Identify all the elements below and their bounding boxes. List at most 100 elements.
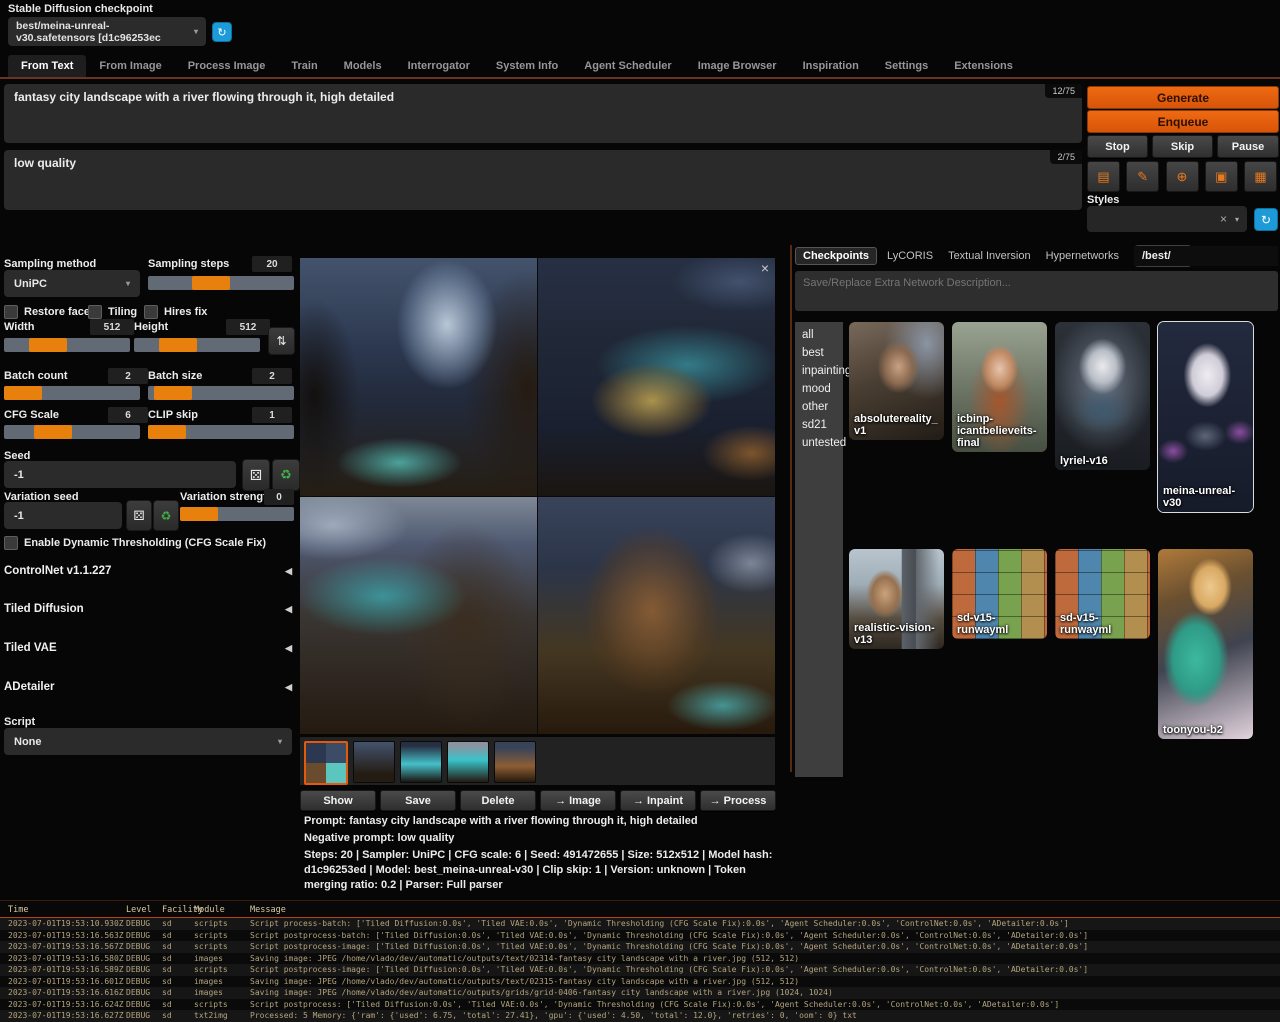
paste-params-icon[interactable]: ▤ bbox=[1087, 161, 1120, 192]
stop-button[interactable]: Stop bbox=[1087, 135, 1148, 158]
gallery-thumbnail[interactable] bbox=[494, 741, 536, 783]
main-tab[interactable]: From Image bbox=[86, 55, 174, 77]
skip-button[interactable]: Skip bbox=[1152, 135, 1213, 158]
seed-input[interactable]: -1 bbox=[4, 461, 236, 488]
gallery-thumbnail[interactable] bbox=[400, 741, 442, 783]
main-tab[interactable]: Image Browser bbox=[685, 55, 790, 77]
enqueue-button[interactable]: Enqueue bbox=[1087, 110, 1279, 133]
networks-tab[interactable]: LyCORIS bbox=[887, 250, 933, 262]
gallery-thumbnail[interactable] bbox=[304, 741, 348, 785]
gallery-action-button[interactable]: → Image bbox=[540, 790, 616, 811]
main-tab[interactable]: Agent Scheduler bbox=[571, 55, 684, 77]
networks-tab[interactable]: Checkpoints bbox=[795, 247, 877, 265]
model-card[interactable]: toonyou-b2 bbox=[1158, 549, 1253, 739]
main-tab[interactable]: System Info bbox=[483, 55, 571, 77]
clear-prompt-icon[interactable]: ✎ bbox=[1126, 161, 1159, 192]
main-tab[interactable]: Settings bbox=[872, 55, 941, 77]
gallery-action-button[interactable]: → Inpaint bbox=[620, 790, 696, 811]
networks-folder[interactable]: untested bbox=[795, 434, 843, 452]
batch-count-value[interactable]: 2 bbox=[108, 368, 148, 384]
main-tab[interactable]: Interrogator bbox=[395, 55, 483, 77]
main-tab[interactable]: Process Image bbox=[175, 55, 279, 77]
sampling-steps-slider[interactable] bbox=[148, 276, 294, 290]
model-card[interactable]: meina-unreal-v30 bbox=[1158, 322, 1253, 512]
height-slider[interactable] bbox=[134, 338, 260, 352]
close-icon[interactable]: × bbox=[761, 260, 769, 276]
main-tab[interactable]: Models bbox=[331, 55, 395, 77]
main-tab[interactable]: Train bbox=[278, 55, 330, 77]
result-gallery[interactable]: × bbox=[300, 258, 775, 734]
clip-skip-slider[interactable] bbox=[148, 425, 294, 439]
networks-search-input[interactable] bbox=[1134, 246, 1278, 266]
gallery-action-button[interactable]: Delete bbox=[460, 790, 536, 811]
model-card[interactable]: realistic-vision-v13 bbox=[849, 549, 944, 649]
cfg-scale-slider[interactable] bbox=[4, 425, 140, 439]
extra-networks-icon[interactable]: ⊕ bbox=[1166, 161, 1199, 192]
batch-size-value[interactable]: 2 bbox=[252, 368, 292, 384]
prompt-input[interactable]: fantasy city landscape with a river flow… bbox=[4, 84, 1082, 143]
generated-image-4[interactable] bbox=[538, 497, 775, 735]
generated-image-1[interactable] bbox=[300, 258, 537, 496]
networks-tab[interactable]: Hypernetworks bbox=[1046, 250, 1119, 262]
network-description-input[interactable] bbox=[795, 271, 1278, 311]
gallery-action-button[interactable]: Show bbox=[300, 790, 376, 811]
tiling-checkbox[interactable]: Tiling bbox=[88, 305, 137, 319]
networks-tab[interactable]: Textual Inversion bbox=[948, 250, 1031, 262]
main-tab[interactable]: From Text bbox=[8, 55, 86, 77]
reuse-seed-button[interactable]: ♻ bbox=[272, 459, 300, 491]
hires-fix-checkbox[interactable]: Hires fix bbox=[144, 305, 207, 319]
gallery-action-button[interactable]: → Process bbox=[700, 790, 776, 811]
negative-prompt-input[interactable]: low quality bbox=[4, 150, 1082, 210]
model-card[interactable]: sd-v15-runwayml bbox=[952, 549, 1047, 639]
save-style-icon[interactable]: ▦ bbox=[1244, 161, 1277, 192]
restore-faces-checkbox[interactable]: Restore faces bbox=[4, 305, 96, 319]
main-tab[interactable]: Inspiration bbox=[790, 55, 872, 77]
width-slider[interactable] bbox=[4, 338, 130, 352]
clear-icon[interactable]: × bbox=[1220, 212, 1227, 226]
model-card[interactable]: icbinp-icantbelieveits-final bbox=[952, 322, 1047, 452]
dynamic-thresholding-checkbox[interactable]: Enable Dynamic Thresholding (CFG Scale F… bbox=[4, 536, 266, 550]
generated-image-3[interactable] bbox=[300, 497, 537, 735]
batch-count-slider[interactable] bbox=[4, 386, 140, 400]
variation-strength-slider[interactable] bbox=[180, 507, 294, 521]
reuse-variation-seed-button[interactable]: ♻ bbox=[153, 500, 179, 531]
model-card[interactable]: absolutereality_v1 bbox=[849, 322, 944, 440]
model-card[interactable]: sd-v15-runwayml bbox=[1055, 549, 1150, 639]
gallery-thumbnail[interactable] bbox=[353, 741, 395, 783]
generate-button[interactable]: Generate bbox=[1087, 86, 1279, 109]
checkpoint-select[interactable]: best/meina-unreal-v30.safetensors [d1c96… bbox=[8, 17, 206, 46]
accordion-header[interactable]: ADetailer◀ bbox=[4, 681, 292, 693]
batch-size-slider[interactable] bbox=[148, 386, 294, 400]
apply-style-icon[interactable]: ▣ bbox=[1205, 161, 1238, 192]
styles-refresh-button[interactable]: ↻ bbox=[1254, 208, 1278, 231]
networks-folder[interactable]: all bbox=[795, 326, 843, 344]
accordion-header[interactable]: ControlNet v1.1.227◀ bbox=[4, 565, 292, 577]
networks-folder[interactable]: other bbox=[795, 398, 843, 416]
sampling-steps-value[interactable]: 20 bbox=[252, 256, 292, 272]
networks-folder[interactable]: best bbox=[795, 344, 843, 362]
accordion-header[interactable]: Tiled VAE◀ bbox=[4, 642, 292, 654]
sampling-method-select[interactable]: UniPC ▾ bbox=[4, 270, 140, 297]
networks-folder[interactable]: sd21 bbox=[795, 416, 843, 434]
height-value[interactable]: 512 bbox=[226, 319, 270, 335]
clip-skip-value[interactable]: 1 bbox=[252, 407, 292, 423]
networks-folder[interactable]: inpainting bbox=[795, 362, 843, 380]
main-tab[interactable]: Extensions bbox=[941, 55, 1026, 77]
accordion-header[interactable]: Tiled Diffusion◀ bbox=[4, 603, 292, 615]
random-seed-button[interactable]: ⚄ bbox=[242, 459, 270, 491]
variation-strength-value[interactable]: 0 bbox=[264, 489, 294, 505]
gallery-action-button[interactable]: Save bbox=[380, 790, 456, 811]
swap-dimensions-button[interactable]: ⇅ bbox=[268, 327, 295, 355]
variation-seed-input[interactable]: -1 bbox=[4, 502, 122, 529]
checkpoint-refresh-button[interactable]: ↻ bbox=[212, 22, 232, 42]
cfg-scale-value[interactable]: 6 bbox=[108, 407, 148, 423]
generated-image-2[interactable] bbox=[538, 258, 775, 496]
gallery-thumbnail[interactable] bbox=[447, 741, 489, 783]
pause-button[interactable]: Pause bbox=[1217, 135, 1279, 158]
script-select[interactable]: None ▾ bbox=[4, 728, 292, 755]
styles-select[interactable]: × ▾ bbox=[1087, 206, 1247, 232]
model-card[interactable]: lyriel-v16 bbox=[1055, 322, 1150, 470]
networks-folder[interactable]: mood bbox=[795, 380, 843, 398]
width-value[interactable]: 512 bbox=[90, 319, 134, 335]
random-variation-seed-button[interactable]: ⚄ bbox=[126, 500, 152, 531]
